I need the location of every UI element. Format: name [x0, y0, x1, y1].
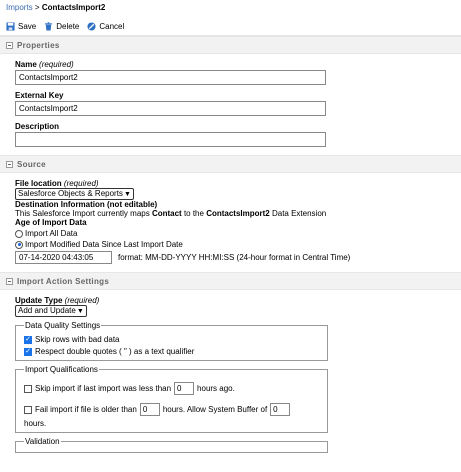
radio-import-all-label: Import All Data [25, 229, 78, 238]
import-action-section: Update Type (required) Add and Update▼ D… [0, 290, 461, 461]
external-key-label: External Key [15, 91, 64, 100]
collapse-icon[interactable] [6, 160, 13, 168]
validation-legend: Validation [25, 437, 60, 446]
save-icon [6, 21, 15, 31]
properties-section: Name (required) External Key Description [0, 54, 461, 155]
radio-import-modified[interactable]: Import Modified Data Since Last Import D… [15, 240, 446, 249]
trash-icon [45, 21, 53, 31]
breadcrumb-separator: > [34, 3, 40, 12]
radio-import-modified-label: Import Modified Data Since Last Import D… [25, 240, 183, 249]
data-quality-fieldset: Data Quality Settings ✓ Skip rows with b… [15, 321, 328, 361]
fail-old-suffix: hours. [24, 419, 47, 428]
import-qualifications-legend: Import Qualifications [25, 365, 98, 374]
checkbox[interactable] [24, 384, 32, 393]
radio-import-all[interactable]: Import All Data [15, 229, 446, 238]
system-buffer-input[interactable]: 0 [270, 403, 291, 416]
import-date-input[interactable]: 07-14-2020 04:43:05 [15, 251, 112, 264]
cancel-icon [87, 21, 96, 31]
description-input[interactable] [15, 132, 326, 147]
destination-info-label: Destination Information (not editable) [15, 200, 158, 209]
skip-hours-input[interactable]: 0 [174, 382, 195, 395]
file-location-select[interactable]: Salesforce Objects & Reports▼ [15, 188, 134, 200]
save-button[interactable]: Save [6, 22, 36, 31]
file-location-label-text: File location [15, 179, 62, 188]
file-location-value: Salesforce Objects & Reports [18, 189, 123, 198]
toolbar: Save Delete Cancel [0, 17, 461, 36]
update-type-select[interactable]: Add and Update▼ [15, 305, 87, 317]
save-label: Save [18, 21, 37, 31]
file-location-label: File location (required) [15, 179, 446, 188]
breadcrumb-imports-link[interactable]: Imports [6, 3, 33, 12]
source-section: File location (required) Salesforce Obje… [0, 173, 461, 272]
description-label: Description [15, 122, 60, 131]
update-type-required: (required) [64, 296, 100, 305]
update-type-value: Add and Update [18, 306, 76, 315]
collapse-icon[interactable] [6, 41, 13, 49]
name-label-text: Name [15, 60, 37, 69]
name-label: Name (required) [15, 60, 446, 69]
fail-old-file-option: Fail import if file is older than 0 hour… [24, 403, 319, 428]
date-row: 07-14-2020 04:43:05 format: MM-DD-YYYY H… [15, 251, 446, 264]
breadcrumb-current: ContactsImport2 [41, 3, 106, 12]
fail-old-mid: hours. Allow System Buffer of [162, 405, 268, 414]
import-qualifications-fieldset: Import Qualifications Skip import if las… [15, 365, 328, 433]
respect-quotes-option[interactable]: ✓ Respect double quotes ( " ) as a text … [24, 347, 319, 356]
checkbox-checked[interactable]: ✓ [24, 335, 32, 344]
cancel-button[interactable]: Cancel [87, 22, 124, 31]
dest-extension: ContactsImport2 [206, 209, 270, 218]
respect-quotes-label: Respect double quotes ( " ) as a text qu… [35, 347, 195, 356]
collapse-icon[interactable] [6, 277, 13, 285]
cancel-label: Cancel [99, 21, 125, 31]
destination-info-text: This Salesforce Import currently maps Co… [15, 209, 446, 218]
skip-bad-rows-option[interactable]: ✓ Skip rows with bad data [24, 335, 319, 344]
fail-old-prefix: Fail import if file is older than [35, 405, 137, 414]
skip-last-prefix: Skip import if last import was less than [35, 384, 172, 393]
update-type-label-text: Update Type [15, 296, 63, 305]
skip-last-suffix: hours ago. [197, 384, 235, 393]
chevron-down-icon: ▼ [123, 191, 131, 198]
update-type-label: Update Type (required) [15, 296, 446, 305]
import-action-section-header[interactable]: Import Action Settings [0, 272, 461, 290]
name-input[interactable] [15, 70, 326, 85]
delete-button[interactable]: Delete [44, 22, 79, 31]
validation-fieldset: Validation [15, 437, 328, 453]
external-key-input[interactable] [15, 101, 326, 116]
dest-object: Contact [151, 209, 182, 218]
file-location-required: (required) [63, 179, 99, 188]
file-age-hours-input[interactable]: 0 [139, 403, 160, 416]
name-required: (required) [39, 60, 74, 69]
source-title: Source [17, 159, 46, 169]
dest-mid: to the [181, 209, 207, 218]
properties-title: Properties [17, 40, 60, 50]
delete-label: Delete [56, 21, 80, 31]
checkbox[interactable] [24, 405, 32, 414]
skip-bad-rows-label: Skip rows with bad data [35, 335, 120, 344]
breadcrumb: Imports > ContactsImport2 [0, 0, 461, 17]
data-quality-legend: Data Quality Settings [25, 321, 101, 330]
skip-last-import-option: Skip import if last import was less than… [24, 382, 319, 395]
radio-button[interactable] [15, 229, 23, 238]
dest-prefix: This Salesforce Import currently maps [15, 209, 152, 218]
age-label: Age of Import Data [15, 218, 87, 227]
radio-button-selected[interactable] [15, 240, 23, 249]
import-action-title: Import Action Settings [17, 276, 110, 286]
checkbox-checked[interactable]: ✓ [24, 347, 32, 356]
date-format-hint: format: MM-DD-YYYY HH:MI:SS (24-hour for… [118, 253, 351, 262]
source-section-header[interactable]: Source [0, 155, 461, 173]
properties-section-header[interactable]: Properties [0, 36, 461, 54]
chevron-down-icon: ▼ [76, 308, 84, 315]
dest-suffix: Data Extension [269, 209, 327, 218]
